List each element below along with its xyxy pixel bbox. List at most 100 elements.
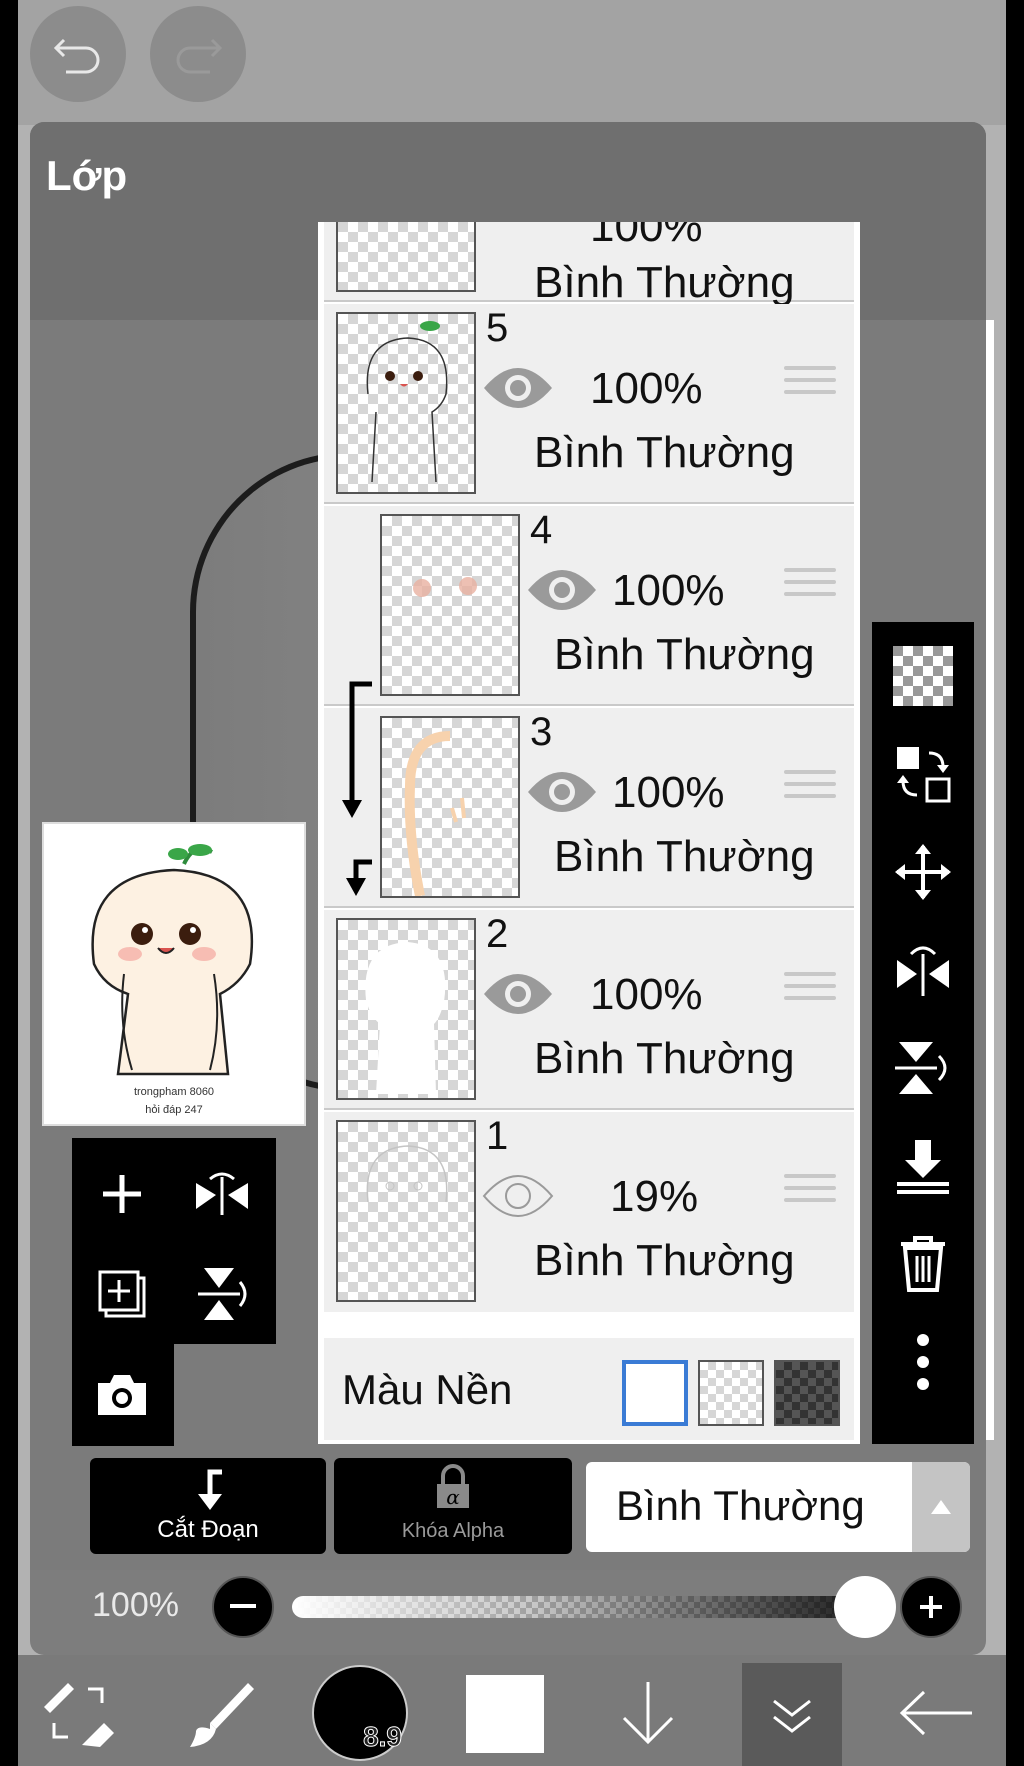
dialog-title: Lớp	[46, 152, 128, 199]
brush-tool-button[interactable]	[170, 1663, 270, 1763]
undo-button[interactable]	[30, 6, 126, 102]
layer-down-button[interactable]	[598, 1663, 698, 1763]
alpha-lock-button[interactable]: α Khóa Alpha	[334, 1458, 572, 1554]
shading-thumbnail	[404, 731, 466, 897]
preview-caption-2: hỏi đáp 247	[145, 1104, 203, 1116]
blend-mode-value: Bình Thường	[616, 1482, 865, 1529]
opacity-increase-button[interactable]	[900, 1576, 962, 1638]
background-white-swatch[interactable]	[622, 1360, 688, 1426]
merge-down-button[interactable]	[883, 1126, 963, 1206]
background-transparent-swatch[interactable]	[698, 1360, 764, 1426]
swap-layer-button[interactable]	[883, 734, 963, 814]
minus-icon	[230, 1604, 256, 1608]
brush-size-value: 8.9	[363, 1721, 403, 1753]
fill-thumbnail	[365, 942, 446, 1094]
svg-text:α: α	[446, 1485, 460, 1509]
duplicate-icon	[98, 1270, 146, 1318]
redo-button[interactable]	[150, 6, 246, 102]
layer-opacity: 19%	[610, 1172, 699, 1221]
layer-row[interactable]: 3 100% Bình Thường	[324, 708, 854, 908]
flip-horizontal-icon	[196, 1172, 248, 1215]
layer-blend-mode: Bình Thường	[534, 428, 795, 477]
layer-opacity: 100%	[590, 970, 703, 1019]
blend-mode-select[interactable]: Bình Thường	[586, 1462, 970, 1552]
transparency-button[interactable]	[883, 636, 963, 716]
visibility-eye-icon[interactable]	[526, 568, 598, 612]
flip-horizontal-right-button[interactable]	[883, 930, 963, 1010]
drag-handle-icon[interactable]	[784, 1174, 836, 1214]
arrow-left-icon	[899, 1690, 972, 1736]
blend-mode-dropdown[interactable]	[912, 1462, 970, 1552]
layer-number: 4	[530, 508, 553, 552]
layer-thumbnail	[380, 716, 520, 898]
background-dark-swatch[interactable]	[774, 1360, 840, 1426]
layer-opacity: 100%	[612, 768, 725, 817]
double-chevron-down-icon	[773, 1699, 811, 1733]
preview-caption-1: trongpham 8060	[133, 1086, 215, 1098]
visibility-eye-icon[interactable]	[482, 366, 554, 410]
layer-row[interactable]: 100% Bình Thường	[324, 222, 854, 307]
opacity-slider-track[interactable]	[292, 1596, 888, 1618]
visibility-eye-icon[interactable]	[526, 770, 598, 814]
layer-row[interactable]: 4 100% Bình Thường	[324, 506, 854, 706]
move-icon	[895, 844, 951, 900]
opacity-value: 100%	[92, 1586, 179, 1624]
add-layer-button[interactable]	[76, 1148, 168, 1240]
brush-size-indicator[interactable]: 8.9	[312, 1665, 408, 1761]
background-color-label: Màu Nền	[342, 1366, 513, 1413]
layer-row[interactable]: 2 100% Bình Thường	[324, 910, 854, 1110]
flip-vertical-icon	[198, 1268, 247, 1320]
layer-blend-mode: Bình Thường	[554, 832, 815, 881]
layer-number: 1	[486, 1114, 509, 1158]
opacity-decrease-button[interactable]	[212, 1576, 274, 1638]
layer-thumbnail	[336, 312, 476, 494]
duplicate-layer-button[interactable]	[76, 1248, 168, 1340]
camera-icon	[98, 1375, 146, 1415]
layer-number: 2	[486, 912, 509, 956]
frame-edge-right	[1006, 0, 1024, 1766]
clipping-button[interactable]: Cắt Đoạn	[90, 1458, 326, 1554]
layer-tools-right	[872, 622, 974, 1444]
layer-thumbnail	[336, 1120, 476, 1302]
canvas-preview: trongpham 8060 hỏi đáp 247	[42, 822, 306, 1126]
flip-vertical-button[interactable]	[176, 1248, 268, 1340]
back-button[interactable]	[886, 1663, 986, 1763]
camera-button[interactable]	[76, 1348, 168, 1440]
opacity-slider-handle[interactable]	[834, 1576, 896, 1638]
current-color-swatch[interactable]	[466, 1675, 544, 1753]
drag-handle-icon[interactable]	[784, 972, 836, 1012]
layer-blend-mode: Bình Thường	[534, 1034, 795, 1083]
visibility-eye-icon[interactable]	[482, 972, 554, 1016]
undo-icon	[53, 38, 100, 74]
flip-vertical-right-button[interactable]	[883, 1028, 963, 1108]
trash-icon	[901, 1236, 945, 1292]
layer-row[interactable]: 1 19% Bình Thường	[324, 1112, 854, 1312]
layer-row[interactable]: 5 100% Bình Thường	[324, 304, 854, 504]
layer-blend-mode: Bình Thường	[534, 258, 795, 307]
delete-layer-button[interactable]	[883, 1224, 963, 1304]
layer-blend-mode: Bình Thường	[534, 1236, 795, 1285]
character-illustration	[91, 844, 254, 1076]
drag-handle-icon[interactable]	[784, 366, 836, 406]
layer-tools-left	[72, 1138, 276, 1344]
clipping-indicator-icon	[342, 681, 372, 896]
more-options-button[interactable]	[883, 1322, 963, 1402]
layer-number: 5	[486, 306, 509, 350]
layer-opacity: 100%	[590, 364, 703, 413]
tool-switch-button[interactable]	[28, 1663, 128, 1763]
layer-opacity: 100%	[590, 222, 703, 251]
move-layer-button[interactable]	[883, 832, 963, 912]
layer-tools-left-camera	[72, 1344, 174, 1446]
sketch-thumbnail	[366, 1145, 448, 1203]
layer-blend-mode: Bình Thường	[554, 630, 815, 679]
drag-handle-icon[interactable]	[784, 568, 836, 608]
plus-icon	[103, 1175, 141, 1213]
drag-handle-icon[interactable]	[784, 770, 836, 810]
flip-horizontal-button[interactable]	[176, 1148, 268, 1240]
swap-icon	[897, 747, 951, 803]
alpha-lock-label: Khóa Alpha	[401, 1520, 505, 1542]
layers-panel-button[interactable]	[742, 1663, 842, 1766]
layer-list[interactable]: 100% Bình Thường 5 100% Bình Thường 4 10…	[318, 222, 860, 1444]
layer-number: 3	[530, 710, 553, 754]
visibility-eye-outline-icon[interactable]	[482, 1174, 554, 1218]
